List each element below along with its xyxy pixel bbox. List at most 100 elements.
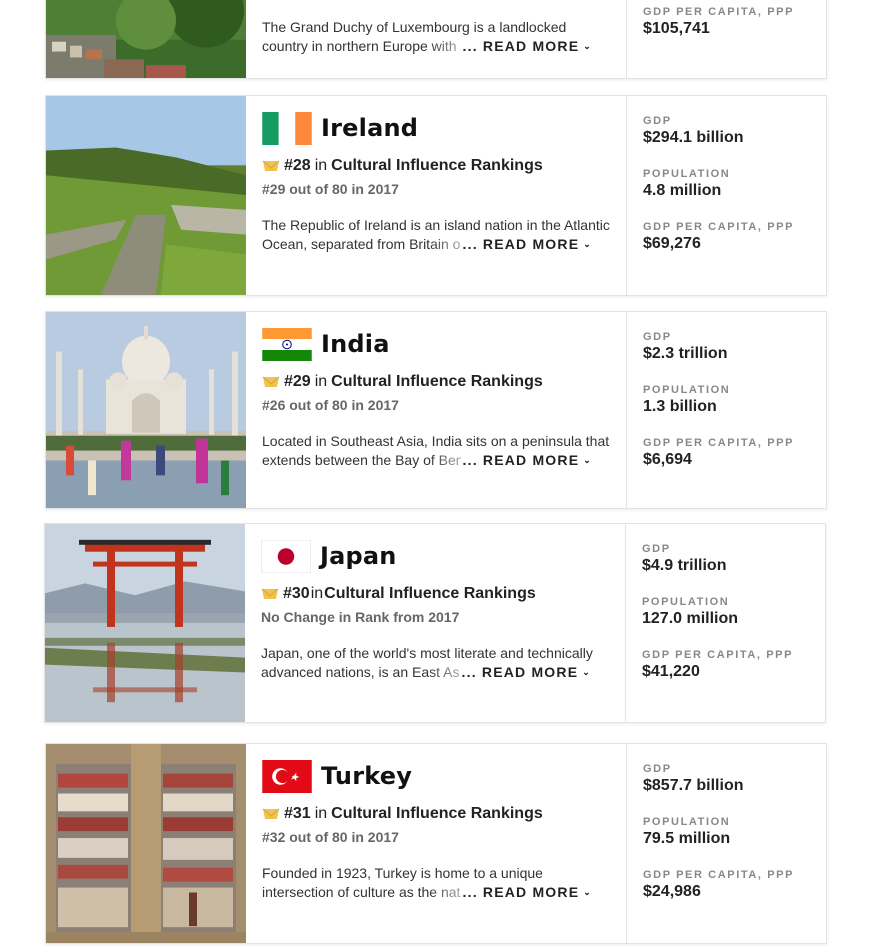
read-more-link[interactable]: ... READ MORE ⌄ bbox=[459, 663, 591, 682]
country-photo-luxembourg bbox=[46, 0, 246, 78]
country-description: Located in Southeast Asia, India sits on… bbox=[262, 432, 610, 470]
country-stats-ireland: GDP $294.1 billion POPULATION 4.8 millio… bbox=[627, 96, 826, 295]
country-photo-ireland bbox=[46, 96, 246, 295]
ribbon-badge-icon bbox=[261, 588, 279, 599]
rank-previous: #32 out of 80 in 2017 bbox=[262, 829, 399, 845]
rank-in-text: in bbox=[314, 805, 328, 822]
country-info-japan: Japan #30 in Cultural Influence Rankings… bbox=[245, 524, 626, 722]
gdp-value: $2.3 trillion bbox=[643, 345, 728, 362]
chevron-down-icon: ⌄ bbox=[583, 455, 592, 465]
rank-previous: #26 out of 80 in 2017 bbox=[262, 397, 399, 413]
rank-category-link[interactable]: Cultural Influence Rankings bbox=[331, 372, 543, 392]
population-label: POPULATION bbox=[642, 596, 730, 608]
country-card-turkey: Turkey #31 in Cultural Influence Ranking… bbox=[45, 743, 827, 944]
rank-previous: No Change in Rank from 2017 bbox=[261, 609, 460, 625]
description-line: intersection of culture as the nation bbox=[262, 884, 480, 900]
country-name[interactable]: Turkey bbox=[321, 762, 412, 790]
country-name[interactable]: India bbox=[321, 330, 390, 358]
read-more-label: ... READ MORE bbox=[462, 38, 580, 54]
country-title-row: Turkey bbox=[262, 758, 610, 794]
ribbon-badge-icon bbox=[262, 808, 280, 819]
ribbon-badge-icon bbox=[262, 376, 280, 387]
rank-line: #29 in Cultural Influence Rankings bbox=[262, 372, 610, 392]
read-more-label: ... READ MORE bbox=[462, 884, 580, 900]
gdp-per-capita-value: $24,986 bbox=[643, 883, 701, 900]
country-info-india: India #29 in Cultural Influence Rankings… bbox=[246, 312, 627, 508]
gdp-per-capita-value: $105,741 bbox=[643, 20, 710, 37]
rank-in-text: in bbox=[314, 373, 328, 390]
country-card-india: India #29 in Cultural Influence Rankings… bbox=[45, 311, 827, 509]
chevron-down-icon: ⌄ bbox=[582, 667, 591, 677]
gdp-per-capita-value: $69,276 bbox=[643, 235, 701, 252]
country-title-row: Japan bbox=[261, 538, 609, 574]
country-name[interactable]: Japan bbox=[320, 542, 397, 570]
description-line: Located in Southeast Asia, India sits on… bbox=[262, 433, 610, 449]
rank-line: #30 in Cultural Influence Rankings bbox=[261, 584, 609, 604]
gdp-value: $294.1 billion bbox=[643, 129, 744, 146]
rank-category-link[interactable]: Cultural Influence Rankings bbox=[331, 156, 543, 176]
country-photo-turkey bbox=[46, 744, 246, 943]
gdp-value: $857.7 billion bbox=[643, 777, 744, 794]
rank-category-link[interactable]: Cultural Influence Rankings bbox=[324, 584, 536, 604]
description-line: extends between the Bay of Bengal bbox=[262, 452, 483, 468]
country-title-row: Ireland bbox=[262, 110, 610, 146]
country-description: Japan, one of the world's most literate … bbox=[261, 644, 609, 682]
gdp-label: GDP bbox=[643, 115, 672, 127]
rank-line: #28 in Cultural Influence Rankings bbox=[262, 156, 610, 176]
description-line: advanced nations, is an East Asian bbox=[261, 664, 479, 680]
country-name[interactable]: Ireland bbox=[321, 114, 418, 142]
read-more-link[interactable]: ... READ MORE ⌄ bbox=[460, 37, 592, 56]
country-info-luxembourg: The Grand Duchy of Luxembourg is a landl… bbox=[246, 0, 627, 78]
gdp-label: GDP bbox=[643, 331, 672, 343]
gdp-per-capita-label: GDP PER CAPITA, PPP bbox=[642, 649, 794, 661]
gdp-per-capita-value: $6,694 bbox=[643, 451, 692, 468]
population-value: 1.3 billion bbox=[643, 398, 717, 415]
population-value: 127.0 million bbox=[642, 610, 739, 627]
gdp-label: GDP bbox=[642, 543, 671, 555]
country-stats-india: GDP $2.3 trillion POPULATION 1.3 billion… bbox=[627, 312, 826, 508]
gdp-per-capita-label: GDP PER CAPITA, PPP bbox=[643, 221, 795, 233]
rank-in-text: in bbox=[310, 585, 324, 602]
gdp-per-capita-label: GDP PER CAPITA, PPP bbox=[643, 6, 795, 18]
country-info-turkey: Turkey #31 in Cultural Influence Ranking… bbox=[246, 744, 627, 943]
gdp-per-capita-label: GDP PER CAPITA, PPP bbox=[643, 869, 795, 881]
country-card-luxembourg: The Grand Duchy of Luxembourg is a landl… bbox=[45, 0, 827, 79]
country-stats-turkey: GDP $857.7 billion POPULATION 79.5 milli… bbox=[627, 744, 826, 943]
country-description: Founded in 1923, Turkey is home to a uni… bbox=[262, 864, 610, 902]
chevron-down-icon: ⌄ bbox=[583, 239, 592, 249]
population-value: 79.5 million bbox=[643, 830, 731, 847]
description-line: The Grand Duchy of Luxembourg is a landl… bbox=[262, 19, 567, 35]
read-more-label: ... READ MORE bbox=[461, 664, 579, 680]
gdp-label: GDP bbox=[643, 763, 672, 775]
country-info-ireland: Ireland #28 in Cultural Influence Rankin… bbox=[246, 96, 627, 295]
description-line: The Republic of Ireland is an island nat… bbox=[262, 217, 610, 233]
gdp-per-capita-label: GDP PER CAPITA, PPP bbox=[643, 437, 795, 449]
ireland-flag-icon bbox=[262, 111, 312, 145]
india-flag-icon bbox=[262, 327, 312, 361]
read-more-link[interactable]: ... READ MORE ⌄ bbox=[460, 451, 592, 470]
population-value: 4.8 million bbox=[643, 182, 722, 199]
country-title-row: India bbox=[262, 326, 610, 362]
rank-number: #31 bbox=[284, 805, 311, 822]
rank-number: #30 bbox=[283, 585, 310, 602]
read-more-label: ... READ MORE bbox=[462, 236, 580, 252]
country-description: The Grand Duchy of Luxembourg is a landl… bbox=[262, 18, 610, 56]
description-line: Founded in 1923, Turkey is home to a uni… bbox=[262, 865, 543, 881]
turkey-flag-icon bbox=[262, 759, 312, 793]
country-photo-india bbox=[46, 312, 246, 508]
population-label: POPULATION bbox=[643, 384, 731, 396]
rank-previous: #29 out of 80 in 2017 bbox=[262, 181, 399, 197]
gdp-per-capita-value: $41,220 bbox=[642, 663, 700, 680]
read-more-link[interactable]: ... READ MORE ⌄ bbox=[460, 235, 592, 254]
gdp-value: $4.9 trillion bbox=[642, 557, 727, 574]
country-stats-japan: GDP $4.9 trillion POPULATION 127.0 milli… bbox=[626, 524, 825, 722]
rank-number: #29 bbox=[284, 373, 311, 390]
rank-number: #28 bbox=[284, 157, 311, 174]
description-line: Ocean, separated from Britain on th bbox=[262, 236, 484, 252]
read-more-link[interactable]: ... READ MORE ⌄ bbox=[460, 883, 592, 902]
rank-category-link[interactable]: Cultural Influence Rankings bbox=[331, 804, 543, 824]
country-stats-luxembourg: GDP PER CAPITA, PPP $105,741 bbox=[627, 0, 826, 78]
country-description: The Republic of Ireland is an island nat… bbox=[262, 216, 610, 254]
rank-in-text: in bbox=[314, 157, 328, 174]
chevron-down-icon: ⌄ bbox=[583, 41, 592, 51]
